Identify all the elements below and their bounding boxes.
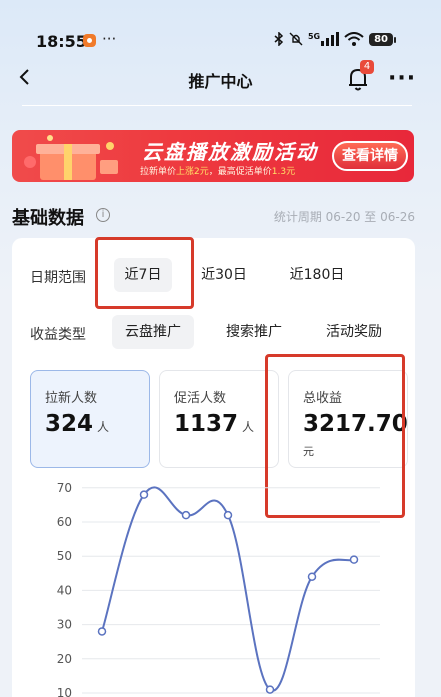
- view-details-button[interactable]: 查看详情: [332, 141, 408, 171]
- section-title: 基础数据: [12, 208, 84, 229]
- bluetooth-icon: [274, 32, 284, 46]
- data-point[interactable]: [139, 490, 149, 499]
- date-option-180d[interactable]: 近180日: [280, 258, 354, 292]
- page-title: 推广中心: [188, 72, 253, 91]
- wifi-icon: [344, 32, 364, 46]
- gift-box-illustration: [24, 135, 118, 180]
- kpi-value: 1137 人: [174, 411, 255, 437]
- y-tick-label: 60: [57, 515, 72, 529]
- data-point[interactable]: [97, 627, 107, 636]
- kpi-value: 324 人: [45, 411, 110, 437]
- income-type-label: 收益类型: [30, 327, 86, 343]
- chart-points: [97, 490, 359, 694]
- data-point[interactable]: [223, 510, 233, 520]
- signal-icon: [321, 32, 340, 46]
- header-divider: [22, 105, 412, 106]
- type-option-cloud[interactable]: 云盘推广: [112, 315, 194, 349]
- kpi-label: 促活人数: [174, 391, 227, 406]
- chart-grid: [82, 487, 380, 694]
- more-icon[interactable]: ···: [388, 66, 416, 91]
- y-tick-label: 50: [57, 549, 72, 563]
- data-point[interactable]: [265, 685, 275, 694]
- app-notification-icon: [83, 34, 96, 47]
- y-tick-label: 10: [57, 686, 72, 697]
- date-option-30d[interactable]: 近30日: [192, 258, 256, 292]
- kpi-label: 拉新人数: [45, 391, 98, 406]
- status-bar: 18:55 ··· 5G 80: [0, 0, 441, 60]
- date-range-label: 日期范围: [30, 270, 86, 286]
- banner-title: 云盘播放激励活动: [142, 140, 318, 164]
- nav-bar: 推广中心 4 ···: [0, 58, 441, 100]
- kpi-active-users[interactable]: 促活人数 1137 人: [159, 370, 279, 468]
- chart-y-axis: 10 20 30 40 50 60 70: [57, 481, 72, 697]
- stat-period: 统计周期 06-20 至 06-26: [273, 210, 415, 224]
- y-tick-label: 20: [57, 652, 72, 666]
- promo-banner[interactable]: 云盘播放激励活动 拉新单价上涨2元，最高促活单价1.3元 查看详情: [12, 130, 414, 182]
- data-point[interactable]: [181, 510, 191, 520]
- highlight-box-date: [95, 237, 194, 309]
- type-option-activity[interactable]: 活动奖励: [314, 315, 394, 349]
- status-more-icon: ···: [102, 30, 117, 48]
- y-tick-label: 70: [57, 481, 72, 495]
- status-time: 18:55: [36, 32, 87, 51]
- battery-icon: 80: [369, 32, 396, 46]
- status-icons: 5G 80: [274, 32, 396, 46]
- mute-icon: [289, 32, 303, 46]
- notification-badge: 4: [360, 60, 374, 74]
- network-type: 5G: [307, 32, 321, 41]
- banner-subtitle: 拉新单价上涨2元，最高促活单价1.3元: [140, 167, 296, 177]
- kpi-new-users[interactable]: 拉新人数 324 人: [30, 370, 150, 468]
- info-icon[interactable]: i: [96, 208, 110, 222]
- y-tick-label: 30: [57, 618, 72, 632]
- line-chart: 10 20 30 40 50 60 70: [57, 481, 380, 697]
- type-option-search[interactable]: 搜索推广: [214, 315, 294, 349]
- data-point[interactable]: [349, 555, 359, 564]
- y-tick-label: 40: [57, 583, 72, 597]
- data-point[interactable]: [307, 572, 317, 581]
